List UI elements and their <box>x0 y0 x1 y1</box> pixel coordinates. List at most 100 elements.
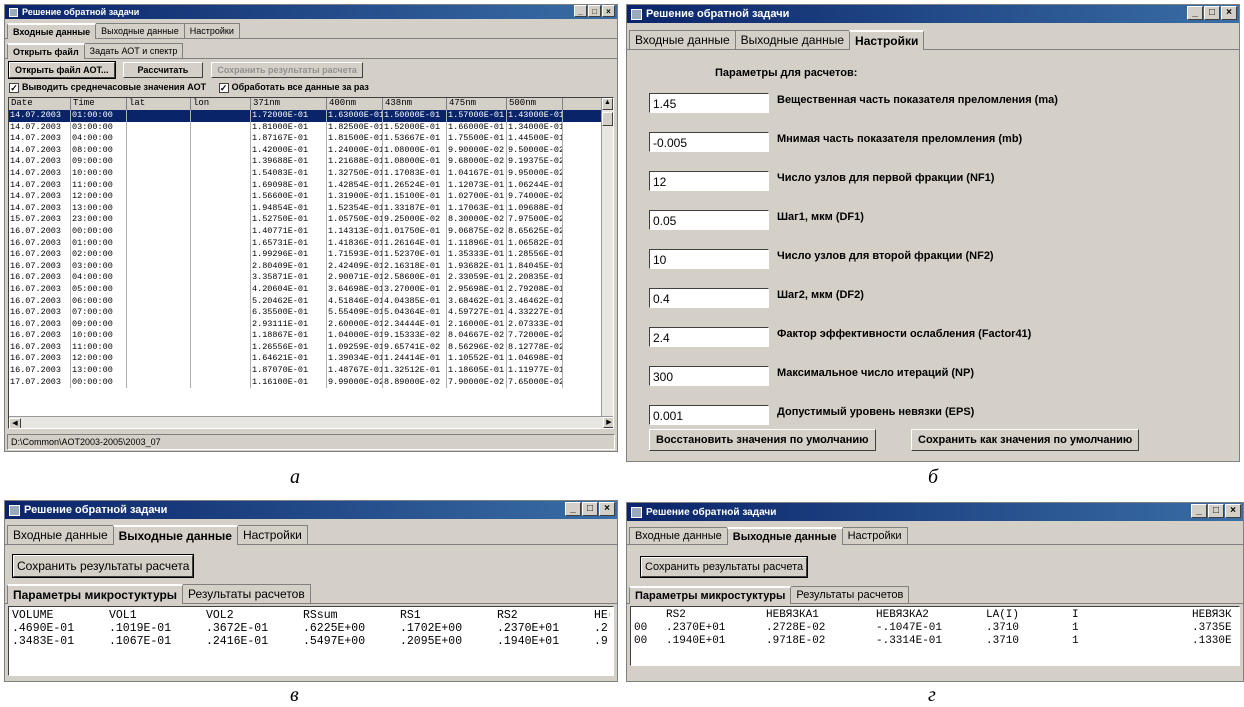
param-input[interactable]: 0.001 <box>649 405 769 425</box>
subtab-open-file[interactable]: Открыть файл <box>7 43 85 59</box>
tab-input-data[interactable]: Входные данные <box>7 525 114 544</box>
table-row[interactable]: 14.07.2003 08:00:00 1.42000E-01 1.24000E-01… <box>9 144 613 157</box>
minimize-icon[interactable]: _ <box>574 5 587 17</box>
tab-settings[interactable]: Настройки <box>841 527 908 544</box>
tab-settings[interactable]: Настройки <box>849 30 925 50</box>
table-row[interactable]: 14.07.2003 12:00:00 1.56600E-01 1.31900E-01… <box>9 191 613 203</box>
table-row[interactable]: 14.07.2003 09:00:00 1.39688E-01 1.21688E-01… <box>9 156 613 168</box>
aot-data-grid[interactable]: Date Time lat lon 371nm 400nm 438nm 475nm 500nm … <box>8 97 614 429</box>
grid-column-header[interactable]: 438nm <box>383 98 447 110</box>
param-input[interactable]: 300 <box>649 366 769 386</box>
restore-defaults-button[interactable]: Восстановить значения по умолчанию <box>649 429 876 451</box>
calculate-button[interactable]: Рассчитать <box>122 62 204 78</box>
close-icon[interactable]: × <box>602 5 615 17</box>
tab-output-data[interactable]: Выходные данные <box>726 527 843 545</box>
tab-input-data[interactable]: Входные данные <box>629 527 728 544</box>
table-row[interactable]: 16.07.2003 00:00:00 1.40771E-01 1.14313E-01… <box>9 225 613 238</box>
grid-column-header[interactable]: 475nm <box>447 98 507 110</box>
table-row[interactable]: 16.07.2003 01:00:00 1.65731E-01 1.41836E-01… <box>9 237 613 250</box>
table-cell: 1.15100E-01 <box>383 191 447 203</box>
subtab-results[interactable]: Результаты расчетов <box>790 586 910 603</box>
minimize-icon[interactable]: _ <box>1191 504 1207 518</box>
table-row[interactable]: 16.07.2003 10:00:00 1.18867E-01 1.04000E-01… <box>9 330 613 342</box>
maximize-icon[interactable]: □ <box>1204 6 1220 20</box>
open-aot-button[interactable]: Открыть файл АОТ... <box>8 61 116 79</box>
table-row[interactable]: 17.07.2003 00:00:00 1.16100E-01 9.99000E-02… <box>9 376 613 389</box>
table-row[interactable]: 16.07.2003 07:00:00 6.35500E-01 5.55409E-01… <box>9 307 613 319</box>
scroll-right-icon[interactable]: ▶ <box>603 417 613 428</box>
save-results-button[interactable]: Сохранить результаты расчета <box>11 554 195 578</box>
grid-column-header[interactable]: Time <box>71 98 127 110</box>
table-row[interactable]: 16.07.2003 12:00:00 1.64621E-01 1.39034E-01… <box>9 353 613 366</box>
table-row[interactable]: 14.07.2003 11:00:00 1.69098E-01 1.42854E-01… <box>9 179 613 192</box>
grid-column-header[interactable]: 371nm <box>251 98 327 110</box>
table-row[interactable]: 16.07.2003 02:00:00 1.99296E-01 1.71593E-01… <box>9 249 613 261</box>
tab-output-data[interactable]: Выходные данные <box>112 525 238 545</box>
param-input[interactable]: 10 <box>649 249 769 269</box>
maximize-icon[interactable]: □ <box>1208 504 1224 518</box>
tab-settings[interactable]: Настройки <box>183 23 240 38</box>
param-label: Фактор эффективности ослабления (Factor4… <box>777 328 1032 340</box>
table-cell: 2.33059E-01 <box>447 272 507 284</box>
grid-column-header[interactable]: 500nm <box>507 98 563 110</box>
subtab-microstructure[interactable]: Параметры микростуктуры <box>7 584 184 604</box>
minimize-icon[interactable]: _ <box>565 502 581 516</box>
maximize-icon[interactable]: □ <box>588 5 601 17</box>
table-cell <box>191 272 251 284</box>
tab-input-data[interactable]: Входные данные <box>629 30 736 49</box>
save-results-button[interactable]: Сохранить результаты расчета <box>211 62 363 78</box>
table-cell <box>191 307 251 319</box>
grid-column-header[interactable]: Date <box>9 98 71 110</box>
table-row[interactable]: 14.07.2003 13:00:00 1.94854E-01 1.52354E-01… <box>9 202 613 215</box>
table-row[interactable]: 16.07.2003 09:00:00 2.93111E-01 2.60000E-01… <box>9 318 613 331</box>
close-icon[interactable]: × <box>1221 6 1237 20</box>
table-cell: 14.07.2003 <box>9 133 71 145</box>
horizontal-scrollbar[interactable]: ◀ ▶ <box>9 416 613 428</box>
scroll-left-icon[interactable]: ◀ <box>9 418 21 428</box>
table-row[interactable]: 16.07.2003 06:00:00 5.20462E-01 4.51846E-01… <box>9 295 613 308</box>
table-row[interactable]: 14.07.2003 04:00:00 1.87167E-01 1.81500E-01… <box>9 133 613 145</box>
param-input[interactable]: 0.4 <box>649 288 769 308</box>
table-row[interactable]: 16.07.2003 11:00:00 1.26556E-01 1.09259E-01… <box>9 341 613 354</box>
table-row[interactable]: 15.07.2003 23:00:00 1.52750E-01 1.05750E-01… <box>9 214 613 226</box>
table-cell: 16.07.2003 <box>9 330 71 342</box>
table-cell <box>191 376 251 389</box>
hourly-checkbox[interactable]: ✓ <box>9 82 19 93</box>
grid-column-header[interactable]: lat <box>127 98 191 110</box>
tab-settings[interactable]: Настройки <box>236 525 308 544</box>
minimize-icon[interactable]: _ <box>1187 6 1203 20</box>
tab-output-data[interactable]: Выходные данные <box>734 30 851 49</box>
subtab-results[interactable]: Результаты расчетов <box>182 584 311 603</box>
close-icon[interactable]: × <box>1225 504 1241 518</box>
param-input[interactable]: 12 <box>649 171 769 191</box>
subtab-microstructure[interactable]: Параметры микростуктуры <box>629 586 792 604</box>
close-icon[interactable]: × <box>599 502 615 516</box>
param-input[interactable]: 0.05 <box>649 210 769 230</box>
table-row[interactable]: 14.07.2003 03:00:00 1.81000E-01 1.82500E-01… <box>9 121 613 134</box>
param-input[interactable]: -0.005 <box>649 132 769 152</box>
table-cell: 8.12778E-02 <box>508 341 563 354</box>
grid-column-header[interactable]: 400nm <box>327 98 383 110</box>
save-results-button[interactable]: Сохранить результаты расчета <box>639 556 809 578</box>
tab-input-data[interactable]: Входные данные <box>7 23 97 39</box>
grid-column-header[interactable]: lon <box>191 98 251 110</box>
scroll-thumb[interactable] <box>602 112 613 126</box>
table-row[interactable]: 16.07.2003 04:00:00 3.35871E-01 2.90071E-01… <box>9 272 613 284</box>
table-row[interactable]: 16.07.2003 05:00:00 4.20604E-01 3.64698E-01… <box>9 283 613 296</box>
all-data-checkbox[interactable]: ✓ <box>218 82 229 93</box>
maximize-icon[interactable]: □ <box>582 502 598 516</box>
table-row[interactable]: 16.07.2003 13:00:00 1.87070E-01 1.48767E-01… <box>9 365 613 377</box>
tab-output-data[interactable]: Выходные данные <box>95 23 185 38</box>
save-defaults-button[interactable]: Сохранить как значения по умолчанию <box>911 429 1140 451</box>
param-input[interactable]: 2.4 <box>649 327 769 347</box>
table-cell: 8.30000E-02 <box>447 214 507 226</box>
table-row[interactable]: 14.07.2003 01:00:00 1.72000E-01 1.63000E-01… <box>9 110 613 122</box>
param-input[interactable]: 1.45 <box>649 93 769 113</box>
table-row[interactable]: 16.07.2003 03:00:00 2.80409E-01 2.42409E-01… <box>9 260 613 273</box>
vertical-scrollbar[interactable]: ▲ <box>601 98 613 416</box>
table-cell: 08:00:00 <box>71 144 127 157</box>
table-cell: 04:00:00 <box>71 133 127 145</box>
scroll-up-icon[interactable]: ▲ <box>602 98 613 110</box>
table-row[interactable]: 14.07.2003 10:00:00 1.54083E-01 1.32750E-01… <box>9 167 613 180</box>
subtab-set-aot[interactable]: Задать АОТ и спектр <box>83 43 184 58</box>
